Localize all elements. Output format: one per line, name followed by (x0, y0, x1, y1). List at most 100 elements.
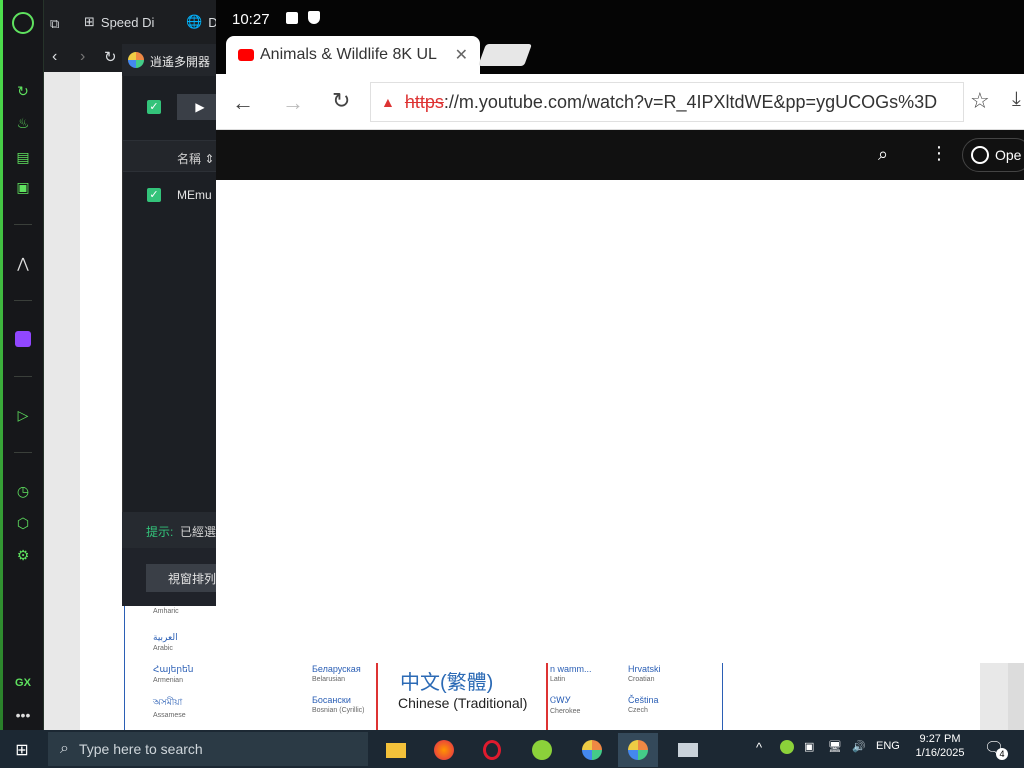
selected-language[interactable]: 中文(繁體) Chinese (Traditional) (376, 660, 548, 730)
network-icon[interactable]: 🖥 (828, 740, 842, 753)
select-all-checkbox[interactable]: ✓ (147, 100, 161, 114)
desktop: ↻ ♨ ▤ ▣ ⋀ ▷ ◷ ⬡ ⚙ GX ••• ⧉ ⊞ Speed Di 🌐 … (0, 0, 1024, 768)
aria-icon[interactable]: ⋀ (12, 252, 34, 274)
hot-tabs-icon[interactable]: ♨ (12, 112, 34, 134)
firefox-icon[interactable] (424, 733, 464, 767)
lang-native: 中文(繁體) (400, 672, 494, 694)
sidebar-divider (14, 224, 32, 225)
lang-native: العربية (153, 632, 178, 642)
opera-logo-icon[interactable] (12, 12, 34, 34)
gamepad-app-icon[interactable] (522, 733, 562, 767)
sidebar-divider (14, 452, 32, 453)
row-checkbox[interactable]: ✓ (147, 188, 161, 202)
settings-gear-icon[interactable]: ⚙ (12, 544, 34, 566)
hint-text: 已經選 (180, 525, 217, 539)
column-header-name[interactable]: 名稱 ⇕ (177, 150, 214, 167)
grid-icon: ⊞ (84, 14, 95, 29)
lang-en: Assamese (153, 712, 186, 719)
volume-icon[interactable]: 🔊 (852, 740, 866, 753)
tab-second[interactable]: 🌐 D (186, 14, 218, 30)
tray-app-icon[interactable] (780, 740, 794, 757)
memu-logo-icon (128, 52, 144, 68)
forward-arrow-icon[interactable]: → (282, 90, 304, 116)
download-icon[interactable]: ⤓ (1012, 88, 1021, 111)
forward-icon[interactable]: › (80, 48, 85, 66)
memu-app-icon[interactable] (572, 733, 612, 767)
tab-youtube[interactable]: Animals & Wildlife 8K UL ✕ (226, 36, 480, 74)
lang-item[interactable]: Hrvatski Croatian (628, 664, 661, 683)
multi-opener-footer: 視窗排列 (122, 548, 222, 606)
new-tab-button[interactable] (477, 44, 533, 66)
bookmark-star-icon[interactable]: ☆ (970, 88, 990, 114)
arrange-windows-button[interactable]: 視窗排列 (146, 564, 222, 592)
windows-start-icon[interactable]: ⊞ (2, 733, 42, 767)
ram-limiter-icon[interactable]: ▣ (12, 176, 34, 198)
lang-en: Armenian (153, 677, 183, 684)
twitch-icon[interactable] (12, 328, 34, 350)
tab-speed-dial[interactable]: ⊞ Speed Di (84, 14, 154, 30)
lang-item[interactable]: Հայերեն Armenian (153, 664, 193, 684)
youtube-page-body (216, 180, 1024, 663)
lang-item[interactable]: অসমীয়া Assamese (153, 695, 186, 719)
url-scheme: https (404, 91, 444, 112)
lang-en: Latin (550, 676, 566, 683)
clock[interactable]: 9:27 PM 1/16/2025 (912, 733, 968, 759)
hint-bar: 提示: 已經選 (122, 512, 222, 548)
lang-item[interactable]: Босански Bosnian (Cyrillic) (312, 695, 365, 714)
search-icon: ⌕ (60, 740, 69, 757)
more-vert-icon[interactable]: ⋮ (930, 143, 948, 164)
tab-label: Speed Di (100, 14, 155, 30)
insecure-warning-icon: ▲ (381, 94, 395, 110)
youtube-header: ⌕ ⋮ Ope (216, 130, 1024, 180)
tray-device-icon[interactable]: ▣ (804, 740, 814, 753)
multi-opener-titlebar: 逍遙多開器 (122, 44, 222, 76)
history-icon[interactable]: ◷ (12, 480, 34, 502)
list-header: 名稱 ⇕ (123, 140, 223, 172)
hint-label: 提示: (146, 525, 174, 539)
show-hidden-icons-icon[interactable]: ^ (756, 740, 762, 755)
reload-icon[interactable]: ↻ (104, 48, 117, 66)
url-field[interactable]: ▲ https ://m.youtube.com/watch?v=R_4IPXl… (370, 82, 964, 122)
player-icon[interactable]: ▷ (12, 404, 34, 426)
close-tab-icon[interactable]: ✕ (455, 45, 468, 65)
opera-sidebar: ↻ ♨ ▤ ▣ ⋀ ▷ ◷ ⬡ ⚙ GX ••• (0, 0, 44, 730)
url-rest: ://m.youtube.com/watch?v=R_4IPXltdWE&pp=… (443, 91, 938, 112)
android-status-bar: 10:27 (216, 0, 1024, 36)
search-icon[interactable]: ⌕ (878, 144, 888, 165)
taskbar-search[interactable]: ⌕ Type here to search (48, 732, 368, 766)
virtual-machine-icon[interactable] (668, 733, 708, 767)
opera-icon[interactable] (472, 733, 512, 767)
language-indicator[interactable]: ENG (876, 740, 900, 752)
lang-en: Chinese (Traditional) (398, 695, 528, 711)
sign-in-label: Ope (995, 147, 1022, 163)
file-explorer-icon[interactable] (376, 733, 416, 767)
lang-native: Hrvatski (628, 664, 661, 674)
lang-item[interactable]: n wamm... Latin (550, 664, 592, 683)
lang-column-divider (722, 660, 723, 730)
search-placeholder: Type here to search (78, 741, 203, 757)
gx-corner-label[interactable]: GX (12, 672, 34, 694)
sign-in-button[interactable]: Ope (962, 138, 1024, 172)
lang-en: Cherokee (550, 708, 581, 715)
back-arrow-icon[interactable]: ← (232, 90, 254, 116)
cpu-limiter-icon[interactable]: ▤ (12, 146, 34, 168)
instance-name[interactable]: MEmu (177, 188, 212, 202)
lang-item[interactable]: Čeština Czech (628, 695, 659, 714)
lang-item[interactable]: العربية Arabic (153, 632, 178, 652)
more-icon[interactable]: ••• (12, 704, 34, 726)
refresh-icon[interactable]: ↻ (12, 80, 34, 102)
reload-icon[interactable]: ↻ (332, 88, 350, 114)
lang-native: ᏣᎳᎩ (550, 695, 572, 705)
lang-native: Босански (312, 695, 351, 705)
memu-multi-app-icon[interactable] (618, 733, 658, 767)
lang-item[interactable]: Беларуская Belarusian (312, 664, 361, 683)
lang-item[interactable]: ᏣᎳᎩ Cherokee (550, 695, 580, 715)
extensions-icon[interactable]: ⬡ (12, 512, 34, 534)
gamepad-icon[interactable]: ⧉ (50, 16, 59, 32)
lang-en: Belarusian (312, 676, 346, 683)
lang-en: Czech (628, 707, 648, 714)
account-icon (971, 146, 989, 164)
lang-native: Հայերեն (153, 664, 194, 674)
back-icon[interactable]: ‹ (52, 48, 57, 66)
notification-a-icon (286, 12, 298, 24)
